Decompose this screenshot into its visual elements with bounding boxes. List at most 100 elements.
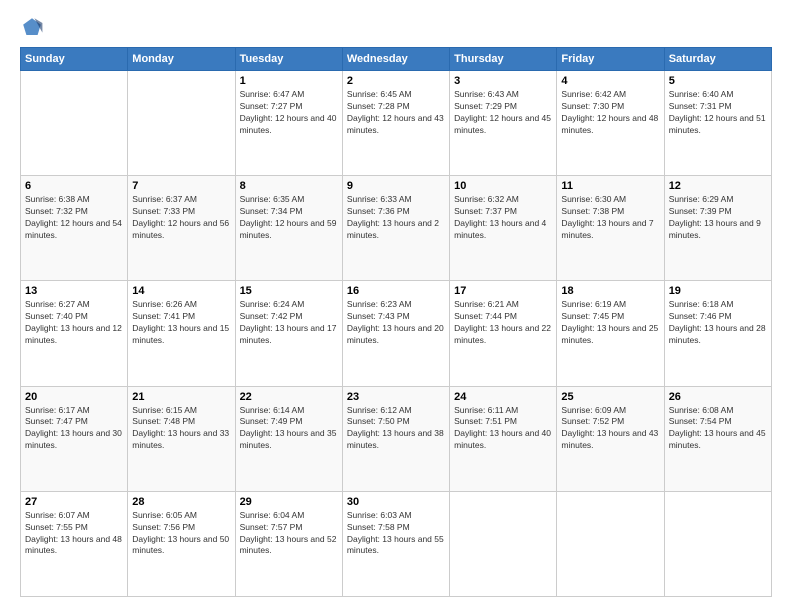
- day-number: 21: [132, 391, 230, 403]
- day-info: Sunrise: 6:26 AM Sunset: 7:41 PM Dayligh…: [132, 299, 230, 347]
- calendar-week-row: 13 Sunrise: 6:27 AM Sunset: 7:40 PM Dayl…: [21, 281, 772, 386]
- day-number: 24: [454, 391, 552, 403]
- day-number: 3: [454, 75, 552, 87]
- day-info: Sunrise: 6:14 AM Sunset: 7:49 PM Dayligh…: [240, 405, 338, 453]
- calendar-day-cell: 3 Sunrise: 6:43 AM Sunset: 7:29 PM Dayli…: [450, 71, 557, 176]
- calendar-day-cell: 28 Sunrise: 6:05 AM Sunset: 7:56 PM Dayl…: [128, 491, 235, 596]
- day-info: Sunrise: 6:47 AM Sunset: 7:27 PM Dayligh…: [240, 89, 338, 137]
- day-number: 12: [669, 180, 767, 192]
- calendar-week-row: 1 Sunrise: 6:47 AM Sunset: 7:27 PM Dayli…: [21, 71, 772, 176]
- calendar-week-row: 6 Sunrise: 6:38 AM Sunset: 7:32 PM Dayli…: [21, 176, 772, 281]
- calendar-day-cell: 15 Sunrise: 6:24 AM Sunset: 7:42 PM Dayl…: [235, 281, 342, 386]
- day-number: 10: [454, 180, 552, 192]
- weekday-header: Tuesday: [235, 48, 342, 71]
- day-number: 5: [669, 75, 767, 87]
- calendar-day-cell: 7 Sunrise: 6:37 AM Sunset: 7:33 PM Dayli…: [128, 176, 235, 281]
- day-number: 7: [132, 180, 230, 192]
- calendar-day-cell: 10 Sunrise: 6:32 AM Sunset: 7:37 PM Dayl…: [450, 176, 557, 281]
- calendar-day-cell: [664, 491, 771, 596]
- calendar-day-cell: 16 Sunrise: 6:23 AM Sunset: 7:43 PM Dayl…: [342, 281, 449, 386]
- day-number: 17: [454, 285, 552, 297]
- day-info: Sunrise: 6:15 AM Sunset: 7:48 PM Dayligh…: [132, 405, 230, 453]
- day-info: Sunrise: 6:21 AM Sunset: 7:44 PM Dayligh…: [454, 299, 552, 347]
- logo-icon: [20, 15, 44, 39]
- day-info: Sunrise: 6:24 AM Sunset: 7:42 PM Dayligh…: [240, 299, 338, 347]
- calendar-day-cell: 14 Sunrise: 6:26 AM Sunset: 7:41 PM Dayl…: [128, 281, 235, 386]
- calendar-day-cell: 12 Sunrise: 6:29 AM Sunset: 7:39 PM Dayl…: [664, 176, 771, 281]
- day-number: 28: [132, 496, 230, 508]
- calendar-day-cell: 20 Sunrise: 6:17 AM Sunset: 7:47 PM Dayl…: [21, 386, 128, 491]
- day-number: 27: [25, 496, 123, 508]
- day-info: Sunrise: 6:43 AM Sunset: 7:29 PM Dayligh…: [454, 89, 552, 137]
- day-info: Sunrise: 6:17 AM Sunset: 7:47 PM Dayligh…: [25, 405, 123, 453]
- day-number: 4: [561, 75, 659, 87]
- day-number: 30: [347, 496, 445, 508]
- day-number: 22: [240, 391, 338, 403]
- header: [20, 15, 772, 39]
- day-number: 19: [669, 285, 767, 297]
- calendar-day-cell: 26 Sunrise: 6:08 AM Sunset: 7:54 PM Dayl…: [664, 386, 771, 491]
- calendar-day-cell: 24 Sunrise: 6:11 AM Sunset: 7:51 PM Dayl…: [450, 386, 557, 491]
- day-info: Sunrise: 6:08 AM Sunset: 7:54 PM Dayligh…: [669, 405, 767, 453]
- day-info: Sunrise: 6:27 AM Sunset: 7:40 PM Dayligh…: [25, 299, 123, 347]
- day-info: Sunrise: 6:03 AM Sunset: 7:58 PM Dayligh…: [347, 510, 445, 558]
- day-number: 23: [347, 391, 445, 403]
- day-info: Sunrise: 6:23 AM Sunset: 7:43 PM Dayligh…: [347, 299, 445, 347]
- day-info: Sunrise: 6:07 AM Sunset: 7:55 PM Dayligh…: [25, 510, 123, 558]
- logo: [20, 15, 48, 39]
- weekday-header: Monday: [128, 48, 235, 71]
- calendar-day-cell: 5 Sunrise: 6:40 AM Sunset: 7:31 PM Dayli…: [664, 71, 771, 176]
- day-number: 6: [25, 180, 123, 192]
- calendar-day-cell: 30 Sunrise: 6:03 AM Sunset: 7:58 PM Dayl…: [342, 491, 449, 596]
- day-number: 14: [132, 285, 230, 297]
- weekday-header: Friday: [557, 48, 664, 71]
- day-info: Sunrise: 6:05 AM Sunset: 7:56 PM Dayligh…: [132, 510, 230, 558]
- day-number: 15: [240, 285, 338, 297]
- page: SundayMondayTuesdayWednesdayThursdayFrid…: [0, 0, 792, 612]
- day-number: 20: [25, 391, 123, 403]
- day-number: 25: [561, 391, 659, 403]
- calendar-week-row: 20 Sunrise: 6:17 AM Sunset: 7:47 PM Dayl…: [21, 386, 772, 491]
- day-info: Sunrise: 6:19 AM Sunset: 7:45 PM Dayligh…: [561, 299, 659, 347]
- day-info: Sunrise: 6:18 AM Sunset: 7:46 PM Dayligh…: [669, 299, 767, 347]
- day-number: 16: [347, 285, 445, 297]
- day-number: 26: [669, 391, 767, 403]
- calendar-day-cell: [557, 491, 664, 596]
- day-info: Sunrise: 6:30 AM Sunset: 7:38 PM Dayligh…: [561, 194, 659, 242]
- day-number: 8: [240, 180, 338, 192]
- day-number: 1: [240, 75, 338, 87]
- day-number: 9: [347, 180, 445, 192]
- calendar-table: SundayMondayTuesdayWednesdayThursdayFrid…: [20, 47, 772, 597]
- calendar-day-cell: 6 Sunrise: 6:38 AM Sunset: 7:32 PM Dayli…: [21, 176, 128, 281]
- calendar-week-row: 27 Sunrise: 6:07 AM Sunset: 7:55 PM Dayl…: [21, 491, 772, 596]
- calendar-day-cell: [21, 71, 128, 176]
- day-info: Sunrise: 6:33 AM Sunset: 7:36 PM Dayligh…: [347, 194, 445, 242]
- day-number: 13: [25, 285, 123, 297]
- day-info: Sunrise: 6:40 AM Sunset: 7:31 PM Dayligh…: [669, 89, 767, 137]
- day-info: Sunrise: 6:11 AM Sunset: 7:51 PM Dayligh…: [454, 405, 552, 453]
- calendar-day-cell: 1 Sunrise: 6:47 AM Sunset: 7:27 PM Dayli…: [235, 71, 342, 176]
- calendar-day-cell: 13 Sunrise: 6:27 AM Sunset: 7:40 PM Dayl…: [21, 281, 128, 386]
- day-info: Sunrise: 6:45 AM Sunset: 7:28 PM Dayligh…: [347, 89, 445, 137]
- day-info: Sunrise: 6:04 AM Sunset: 7:57 PM Dayligh…: [240, 510, 338, 558]
- weekday-header: Thursday: [450, 48, 557, 71]
- calendar-header-row: SundayMondayTuesdayWednesdayThursdayFrid…: [21, 48, 772, 71]
- calendar-day-cell: 23 Sunrise: 6:12 AM Sunset: 7:50 PM Dayl…: [342, 386, 449, 491]
- calendar-day-cell: [450, 491, 557, 596]
- calendar-day-cell: 4 Sunrise: 6:42 AM Sunset: 7:30 PM Dayli…: [557, 71, 664, 176]
- day-info: Sunrise: 6:12 AM Sunset: 7:50 PM Dayligh…: [347, 405, 445, 453]
- day-number: 11: [561, 180, 659, 192]
- day-info: Sunrise: 6:32 AM Sunset: 7:37 PM Dayligh…: [454, 194, 552, 242]
- calendar-day-cell: 11 Sunrise: 6:30 AM Sunset: 7:38 PM Dayl…: [557, 176, 664, 281]
- calendar-day-cell: 17 Sunrise: 6:21 AM Sunset: 7:44 PM Dayl…: [450, 281, 557, 386]
- calendar-day-cell: 27 Sunrise: 6:07 AM Sunset: 7:55 PM Dayl…: [21, 491, 128, 596]
- weekday-header: Saturday: [664, 48, 771, 71]
- day-info: Sunrise: 6:29 AM Sunset: 7:39 PM Dayligh…: [669, 194, 767, 242]
- calendar-day-cell: 19 Sunrise: 6:18 AM Sunset: 7:46 PM Dayl…: [664, 281, 771, 386]
- calendar-day-cell: 18 Sunrise: 6:19 AM Sunset: 7:45 PM Dayl…: [557, 281, 664, 386]
- day-number: 2: [347, 75, 445, 87]
- calendar-day-cell: 8 Sunrise: 6:35 AM Sunset: 7:34 PM Dayli…: [235, 176, 342, 281]
- calendar-day-cell: [128, 71, 235, 176]
- calendar-day-cell: 9 Sunrise: 6:33 AM Sunset: 7:36 PM Dayli…: [342, 176, 449, 281]
- calendar-day-cell: 22 Sunrise: 6:14 AM Sunset: 7:49 PM Dayl…: [235, 386, 342, 491]
